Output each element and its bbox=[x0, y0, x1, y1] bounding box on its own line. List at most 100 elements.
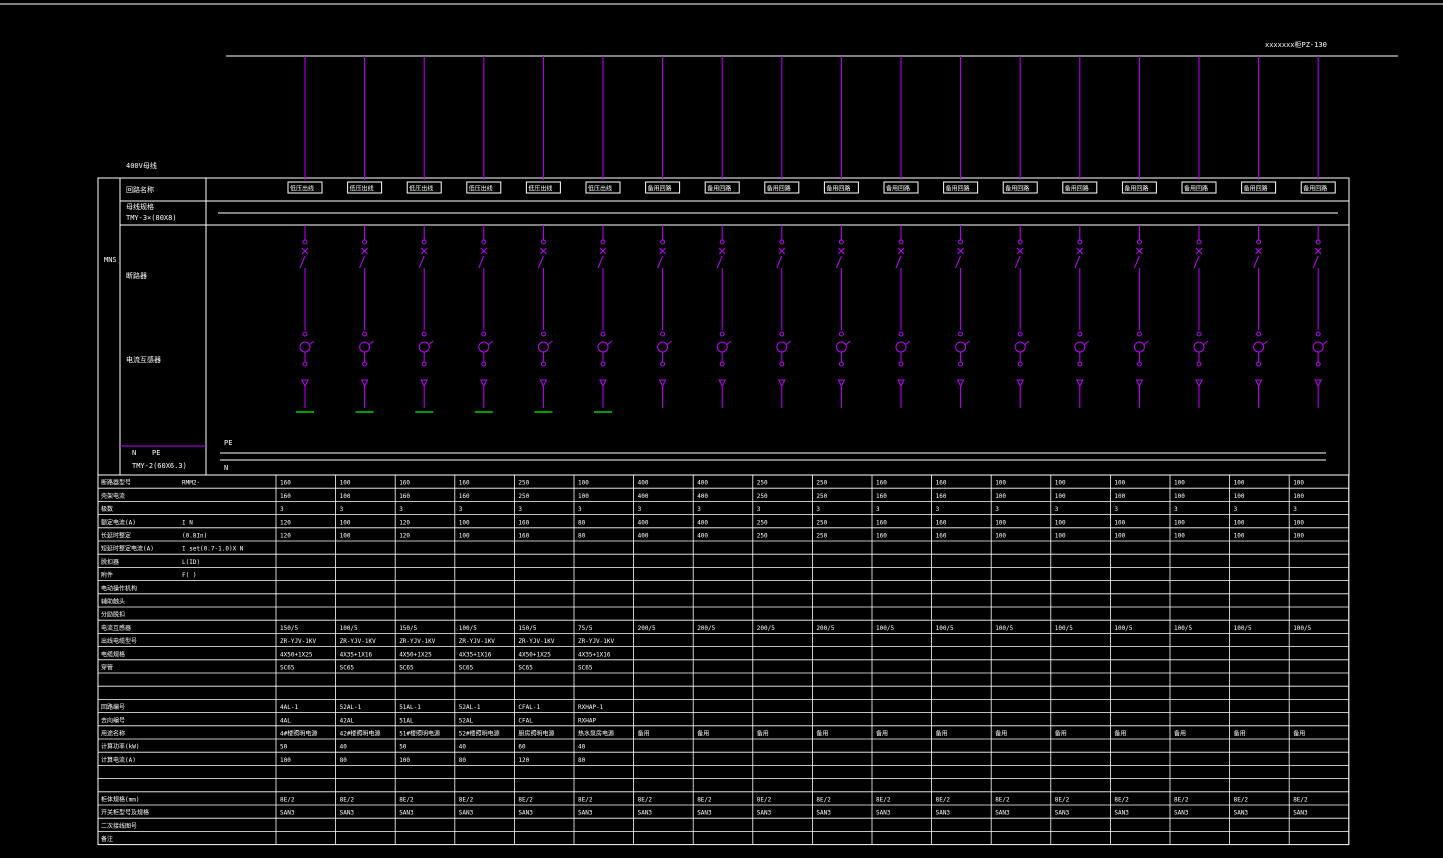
table-cell: SAN3 bbox=[1234, 810, 1249, 817]
table-cell: 8E/2 bbox=[340, 797, 355, 804]
table-cell: 120 bbox=[399, 519, 410, 526]
meter-contact bbox=[1315, 361, 1321, 367]
table-cell: 100 bbox=[1293, 533, 1304, 540]
table-cell: 3 bbox=[399, 506, 403, 513]
table-cell: 8E/2 bbox=[1234, 797, 1249, 804]
table-cell: 8E/2 bbox=[1055, 797, 1070, 804]
current-transformer-icon bbox=[299, 341, 311, 353]
table-cell: 8E/2 bbox=[578, 797, 593, 804]
table-cell: 50 bbox=[399, 744, 407, 751]
table-cell: 热水泵房电源 bbox=[578, 730, 614, 738]
table-row-sublabel: F( ) bbox=[182, 572, 196, 579]
table-cell: 160 bbox=[399, 480, 410, 487]
table-row-label: 回路编号 bbox=[101, 703, 125, 711]
table-cell: 160 bbox=[876, 519, 887, 526]
table-cell: SC65 bbox=[518, 665, 533, 672]
breaker-blade bbox=[895, 255, 902, 269]
table-cell: 100 bbox=[399, 757, 410, 764]
table-row-label: 穿管 bbox=[101, 664, 113, 672]
pe-bar-label: PE bbox=[224, 439, 232, 447]
table-cell: SAN3 bbox=[816, 810, 831, 817]
table-cell: 400 bbox=[697, 533, 708, 540]
meter-contact bbox=[421, 361, 427, 367]
table-cell: 40 bbox=[578, 744, 586, 751]
table-cell: 120 bbox=[399, 533, 410, 540]
table-cell: 备用 bbox=[1234, 730, 1246, 738]
table-cell: 400 bbox=[697, 493, 708, 500]
breaker-blade bbox=[1193, 255, 1200, 269]
table-row-label: 去向编号 bbox=[101, 716, 125, 724]
arrow-down-icon bbox=[658, 379, 667, 388]
ct-top-contact bbox=[1077, 331, 1083, 337]
breaker-top-contact bbox=[302, 239, 308, 245]
table-cell: RXHAP bbox=[578, 717, 596, 724]
feeder-14: 备用回路 bbox=[1062, 56, 1098, 408]
ct-top-contact bbox=[600, 331, 606, 337]
arrow-down-icon bbox=[1016, 379, 1025, 388]
table-cell: 250 bbox=[816, 493, 827, 500]
breaker-blade bbox=[1014, 255, 1021, 269]
meter-contact bbox=[1017, 361, 1023, 367]
feeder-17: 备用回路 bbox=[1241, 56, 1277, 408]
breaker-blade bbox=[478, 255, 485, 269]
feeder-name: 备用回路 bbox=[1065, 185, 1089, 193]
table-cell: 备用 bbox=[1174, 730, 1186, 738]
parameter-table: 断路器型号 RMM2- 160 100 160 160 250 100 400 400 250 250… bbox=[97, 474, 1350, 846]
breaker-top-contact bbox=[1077, 239, 1083, 245]
feeder-name: 备用回路 bbox=[946, 185, 970, 193]
table-row-label: 二次接线图号 bbox=[101, 822, 137, 830]
table-cell: 8E/2 bbox=[995, 797, 1010, 804]
table-cell: SAN3 bbox=[757, 810, 772, 817]
ct-tap bbox=[368, 340, 374, 346]
table-cell: 100 bbox=[340, 519, 351, 526]
breaker-blade bbox=[537, 255, 544, 269]
ct-top-contact bbox=[362, 331, 368, 337]
ct-top-contact bbox=[898, 331, 904, 337]
table-cell: 100/5 bbox=[1055, 625, 1073, 632]
feeder-name: 备用回路 bbox=[886, 185, 910, 193]
breaker-top-contact bbox=[481, 239, 487, 245]
table-row-sublabel: I set(0.7-1.0)X N bbox=[182, 546, 244, 553]
table-cell: 160 bbox=[936, 519, 947, 526]
table-cell: 160 bbox=[876, 533, 887, 540]
table-cell: ZR-YJV-1KV bbox=[459, 638, 496, 645]
table-cell: 250 bbox=[518, 493, 529, 500]
table-cell: 100 bbox=[340, 480, 351, 487]
table-cell: RXHAP-1 bbox=[578, 704, 604, 711]
table-cell: 8E/2 bbox=[459, 797, 474, 804]
arrow-down-icon bbox=[897, 379, 905, 388]
table-cell: 备用 bbox=[638, 730, 650, 738]
table-cell: 3 bbox=[1293, 506, 1297, 513]
table-cell: SAN3 bbox=[1055, 810, 1070, 817]
table-cell: 8E/2 bbox=[936, 797, 951, 804]
ct-tap bbox=[1262, 340, 1268, 346]
meter-contact bbox=[660, 361, 666, 367]
breaker-top-contact bbox=[421, 239, 427, 245]
table-cell: ZR-YJV-1KV bbox=[399, 638, 436, 645]
table-row-label: 电动操作机构 bbox=[101, 584, 137, 592]
table-cell: 42#楼照明电源 bbox=[340, 730, 381, 738]
table-cell: 8E/2 bbox=[1293, 797, 1308, 804]
current-transformer-icon bbox=[657, 341, 669, 353]
arrow-down-icon bbox=[479, 379, 488, 388]
table-cell: 100 bbox=[1234, 533, 1245, 540]
table-cell: 3 bbox=[638, 506, 642, 513]
table-cell: 250 bbox=[757, 519, 768, 526]
breaker-blade bbox=[1074, 255, 1081, 269]
table-cell: ZR-YJV-1KV bbox=[578, 638, 615, 645]
arrow-down-icon bbox=[1314, 379, 1323, 388]
ct-top-contact bbox=[1256, 331, 1262, 337]
feeder-18: 备用回路 bbox=[1300, 56, 1336, 408]
breaker-top-contact bbox=[838, 239, 844, 245]
ct-top-contact bbox=[1196, 331, 1202, 337]
ct-top-contact bbox=[660, 331, 666, 337]
feeder-16: 备用回路 bbox=[1181, 56, 1217, 408]
ct-tap bbox=[1321, 340, 1328, 346]
breaker-blade bbox=[1133, 255, 1140, 269]
table-cell: 100/5 bbox=[995, 625, 1013, 632]
ct-top-contact bbox=[1136, 331, 1142, 337]
table-cell: 160 bbox=[459, 493, 470, 500]
meter-contact bbox=[1196, 361, 1202, 367]
feeder-name: 备用回路 bbox=[648, 185, 672, 193]
table-cell: 100 bbox=[1055, 480, 1066, 487]
